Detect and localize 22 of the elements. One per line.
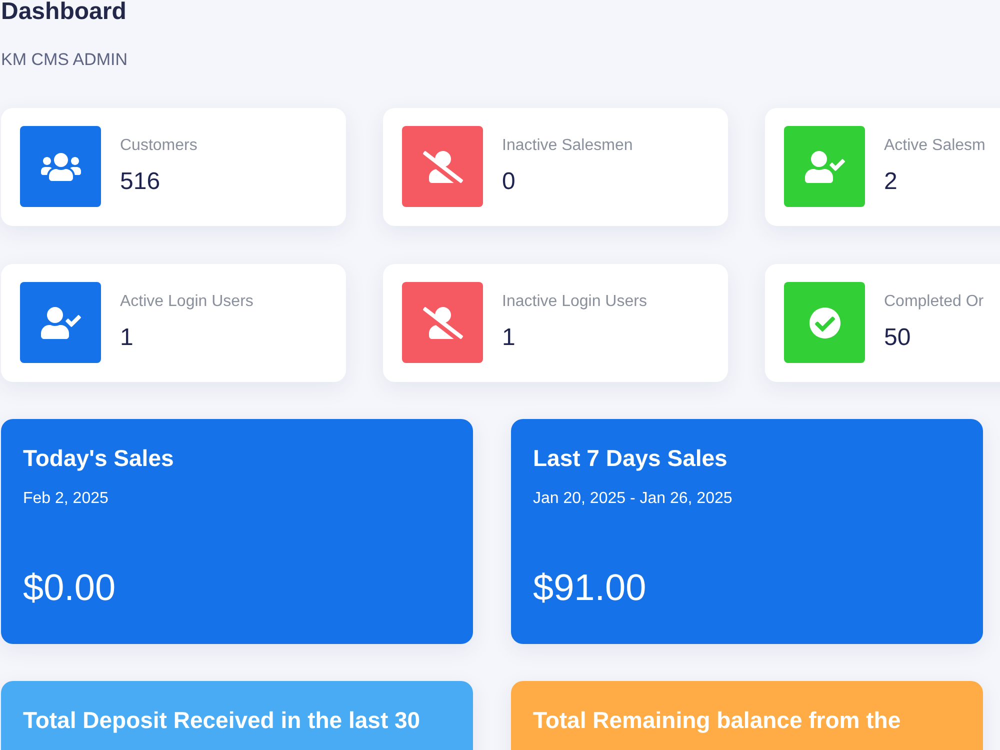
stat-value: 1 bbox=[502, 324, 516, 352]
card-title: Total Deposit Received in the last 30 bbox=[23, 706, 420, 735]
page-subtitle: KM CMS ADMIN bbox=[1, 50, 128, 70]
card-amount: $91.00 bbox=[533, 567, 646, 609]
card-amount: $0.00 bbox=[23, 567, 116, 609]
stat-label: Inactive Salesmen bbox=[502, 136, 633, 156]
card-date: Feb 2, 2025 bbox=[23, 489, 108, 509]
stat-value: 50 bbox=[884, 324, 912, 352]
stat-value: 2 bbox=[884, 168, 898, 196]
stat-label: Active Salesm bbox=[884, 136, 986, 156]
stat-label: Active Login Users bbox=[120, 292, 254, 312]
card-date: Jan 20, 2025 - Jan 26, 2025 bbox=[533, 489, 732, 509]
stat-label: Completed Or bbox=[884, 292, 984, 312]
stat-value: 516 bbox=[120, 168, 162, 196]
card-title: Today's Sales bbox=[23, 444, 174, 473]
card-title: Total Remaining balance from the bbox=[533, 706, 901, 735]
page-title: Dashboard bbox=[1, 0, 126, 24]
card-title: Last 7 Days Sales bbox=[533, 444, 728, 473]
stat-value: 0 bbox=[502, 168, 516, 196]
stat-label: Customers bbox=[120, 136, 198, 156]
stat-value: 1 bbox=[120, 324, 134, 352]
stat-label: Inactive Login Users bbox=[502, 292, 647, 312]
